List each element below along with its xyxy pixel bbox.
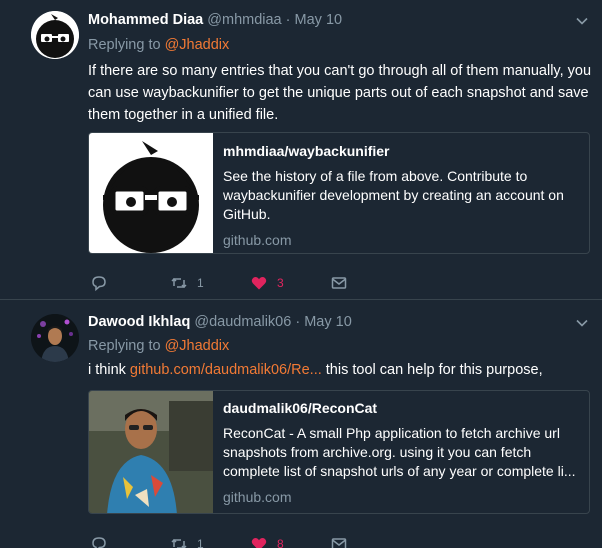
link-card[interactable]: mhmdiaa/waybackunifier See the history o… bbox=[88, 132, 590, 254]
retweet-count: 1 bbox=[197, 276, 204, 290]
nerd-face-logo-image bbox=[103, 141, 199, 253]
avatar[interactable] bbox=[31, 314, 79, 362]
tweet-text: i think github.com/daudmalik06/Re... thi… bbox=[88, 359, 593, 381]
retweet-icon bbox=[171, 277, 187, 289]
reply-icon bbox=[92, 276, 106, 292]
like-count: 8 bbox=[277, 537, 284, 548]
like-button[interactable]: 3 bbox=[250, 273, 284, 293]
separator: · bbox=[285, 12, 291, 28]
timestamp[interactable]: May 10 bbox=[304, 314, 352, 330]
direct-message-button[interactable] bbox=[330, 534, 348, 548]
heart-icon bbox=[251, 277, 267, 290]
separator: · bbox=[295, 314, 301, 330]
card-domain: github.com bbox=[223, 489, 292, 505]
chevron-down-icon[interactable] bbox=[576, 317, 588, 329]
tweet-header: Dawood Ikhlaq @daudmalik06 · May 10 bbox=[88, 314, 352, 330]
retweet-count: 1 bbox=[197, 537, 204, 548]
reply-icon bbox=[92, 537, 106, 548]
mention-link[interactable]: @Jhaddix bbox=[165, 338, 230, 354]
tweet-actions: 1 8 bbox=[88, 534, 388, 548]
display-name[interactable]: Mohammed Diaa bbox=[88, 12, 203, 28]
reply-button[interactable] bbox=[90, 534, 108, 548]
tweet-header: Mohammed Diaa @mhmdiaa · May 10 bbox=[88, 12, 342, 28]
tweet[interactable]: Mohammed Diaa @mhmdiaa · May 10 Replying… bbox=[0, 0, 602, 300]
retweet-button[interactable]: 1 bbox=[170, 273, 204, 293]
tweet-text: If there are so many entries that you ca… bbox=[88, 63, 592, 123]
card-description: ReconCat - A small Php application to fe… bbox=[223, 425, 576, 479]
avatar[interactable] bbox=[31, 11, 79, 59]
card-body: mhmdiaa/waybackunifier See the history o… bbox=[223, 142, 579, 250]
tweet[interactable]: Dawood Ikhlaq @daudmalik06 · May 10 Repl… bbox=[0, 301, 602, 548]
like-count: 3 bbox=[277, 276, 284, 290]
retweet-button[interactable]: 1 bbox=[170, 534, 204, 548]
card-domain: github.com bbox=[223, 232, 292, 248]
link-card[interactable]: daudmalik06/ReconCat ReconCat - A small … bbox=[88, 390, 590, 514]
card-description: See the history of a file from above. Co… bbox=[223, 168, 564, 222]
mention-link[interactable]: @Jhaddix bbox=[165, 37, 230, 53]
replying-to-label: Replying to bbox=[88, 37, 161, 53]
replying-to: Replying to @Jhaddix bbox=[88, 37, 229, 53]
timestamp[interactable]: May 10 bbox=[295, 12, 343, 28]
retweet-icon bbox=[171, 538, 187, 548]
nerd-face-avatar-image bbox=[31, 11, 79, 59]
reply-button[interactable] bbox=[90, 273, 108, 293]
tweet-text-after: this tool can help for this purpose, bbox=[321, 362, 543, 378]
card-image bbox=[89, 391, 213, 513]
display-name[interactable]: Dawood Ikhlaq bbox=[88, 314, 190, 330]
card-image bbox=[89, 133, 213, 253]
card-title: mhmdiaa/waybackunifier bbox=[223, 143, 390, 159]
card-body: daudmalik06/ReconCat ReconCat - A small … bbox=[223, 399, 579, 507]
like-button[interactable]: 8 bbox=[250, 534, 284, 548]
username[interactable]: @mhmdiaa bbox=[207, 12, 281, 28]
tweet-actions: 1 3 bbox=[88, 273, 388, 293]
replying-to: Replying to @Jhaddix bbox=[88, 338, 229, 354]
card-title: daudmalik06/ReconCat bbox=[223, 400, 378, 416]
direct-message-button[interactable] bbox=[330, 273, 348, 293]
tweet-text-before: i think bbox=[88, 362, 130, 378]
profile-photo-image bbox=[31, 314, 79, 362]
envelope-icon bbox=[331, 538, 347, 548]
replying-to-label: Replying to bbox=[88, 338, 161, 354]
chevron-down-icon[interactable] bbox=[576, 15, 588, 27]
envelope-icon bbox=[331, 277, 347, 289]
username[interactable]: @daudmalik06 bbox=[194, 314, 291, 330]
heart-icon bbox=[251, 538, 267, 548]
tweet-url-link[interactable]: github.com/daudmalik06/Re... bbox=[130, 362, 322, 378]
profile-photo-image bbox=[89, 391, 213, 513]
